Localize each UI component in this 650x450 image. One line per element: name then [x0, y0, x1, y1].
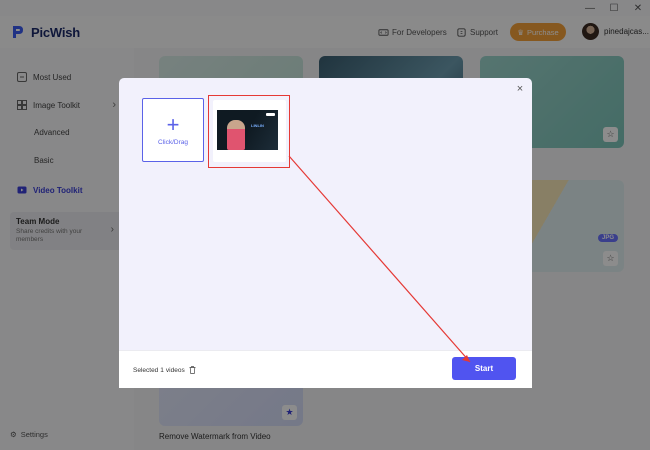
start-button[interactable]: Start — [452, 357, 516, 380]
selected-count-text: Selected 1 videos — [133, 366, 196, 374]
trash-icon[interactable] — [189, 366, 196, 374]
add-video-tile[interactable]: + Click/Drag — [142, 98, 204, 162]
add-video-label: Click/Drag — [158, 138, 188, 146]
close-icon[interactable]: × — [514, 83, 526, 95]
selected-count: 1 — [160, 366, 164, 374]
plus-icon: + — [166, 111, 180, 137]
thumbnail-highlight-box — [208, 95, 290, 168]
